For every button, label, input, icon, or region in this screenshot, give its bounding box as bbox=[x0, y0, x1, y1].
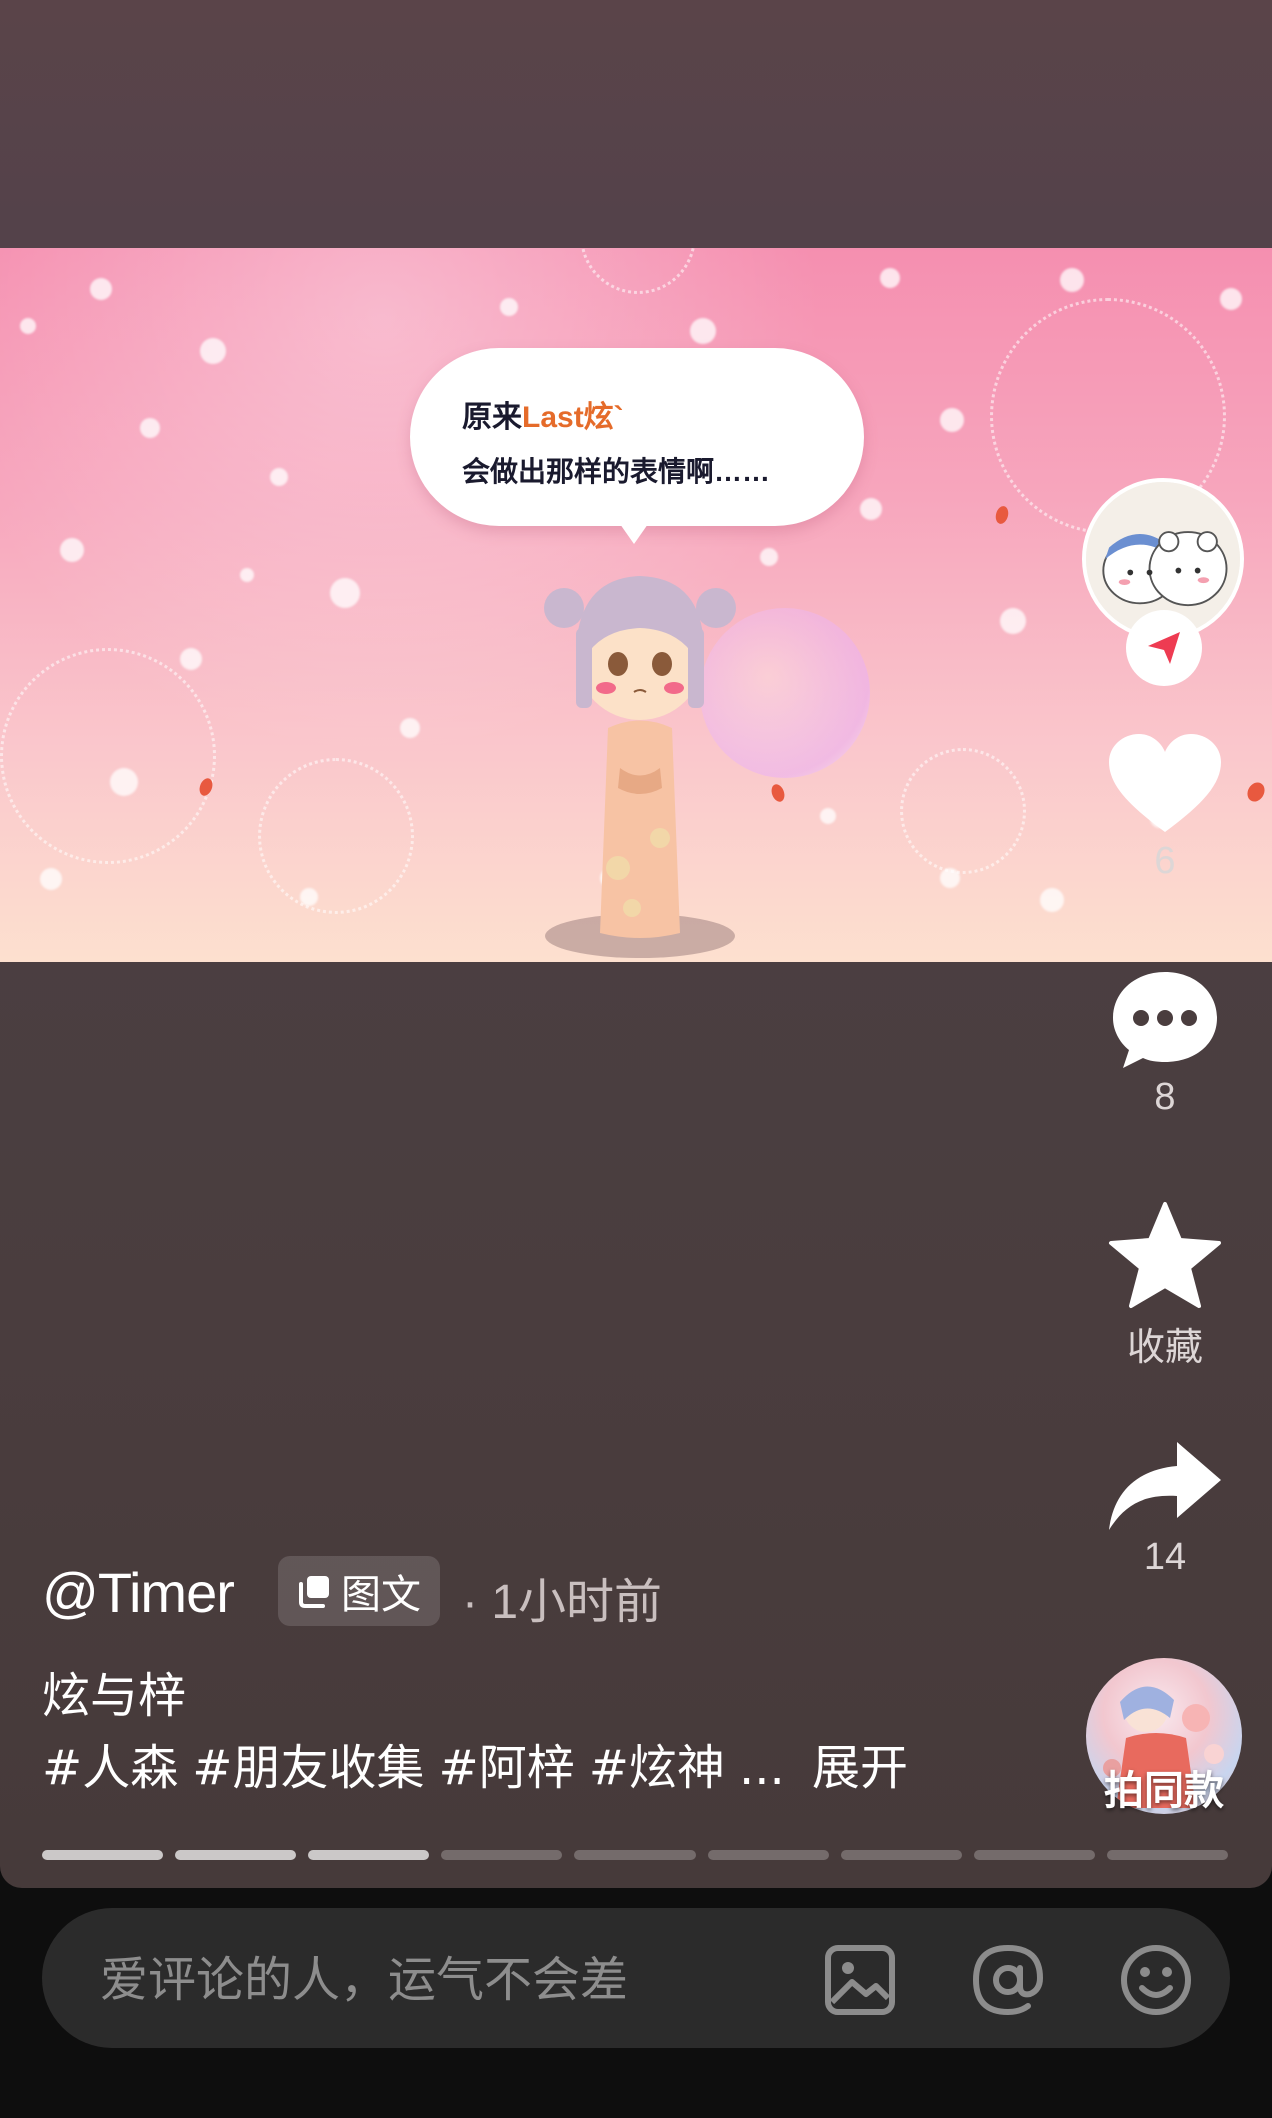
decor-ring bbox=[900, 748, 1026, 874]
at-icon bbox=[972, 1944, 1044, 2016]
decor-dot bbox=[20, 318, 36, 334]
speech-line-2: 会做出那样的表情啊…… bbox=[462, 456, 771, 487]
decor-dot bbox=[140, 418, 160, 438]
decor-petal bbox=[769, 782, 787, 804]
image-button[interactable] bbox=[822, 1942, 898, 2018]
decor-dot bbox=[860, 498, 882, 520]
decor-dot bbox=[300, 888, 318, 906]
remix-label[interactable]: 拍同款 bbox=[1086, 1758, 1242, 1816]
hashtag[interactable]: #朋友收集 bbox=[192, 1740, 424, 1796]
decor-dot bbox=[330, 578, 360, 608]
post-time: · 1小时前 bbox=[462, 1576, 663, 1629]
image-text-icon bbox=[299, 1576, 329, 1608]
post-type-label: 图文 bbox=[341, 1572, 421, 1618]
comment-input[interactable] bbox=[98, 1944, 802, 2016]
progress-segment bbox=[840, 1850, 962, 1860]
post-type-badge: 图文 bbox=[278, 1556, 440, 1626]
hashtag[interactable]: #阿梓 bbox=[438, 1740, 574, 1796]
decor-ring bbox=[580, 248, 696, 294]
author-name[interactable]: @Timer bbox=[42, 1560, 235, 1625]
decor-dot bbox=[880, 268, 900, 288]
author-avatar-group[interactable] bbox=[1080, 478, 1248, 688]
favorite-label: 收藏 bbox=[1126, 1325, 1203, 1369]
expand-button[interactable]: 展开 bbox=[812, 1728, 908, 1798]
follow-button[interactable] bbox=[1126, 610, 1202, 686]
image-icon bbox=[825, 1945, 895, 2015]
decor-dot bbox=[200, 338, 226, 364]
decor-dot bbox=[500, 298, 518, 316]
decor-dot bbox=[90, 278, 112, 300]
app-screen: 原来Last炫` 会做出那样的表情啊…… 6 8 收藏 14 @Timer 图文… bbox=[0, 0, 1272, 2118]
share-button[interactable]: 14 bbox=[1080, 1438, 1250, 1579]
decor-dot bbox=[760, 548, 778, 566]
page-progress bbox=[42, 1850, 1228, 1860]
progress-segment bbox=[1106, 1850, 1228, 1860]
star-icon bbox=[1109, 1202, 1221, 1308]
mention-button[interactable] bbox=[970, 1942, 1046, 2018]
speech-name: Last炫` bbox=[522, 401, 624, 434]
share-icon bbox=[1109, 1442, 1221, 1530]
decor-petal bbox=[993, 504, 1011, 526]
ellipsis: ... bbox=[738, 1740, 785, 1796]
like-button[interactable]: 6 bbox=[1080, 732, 1250, 883]
post-viewer: 原来Last炫` 会做出那样的表情啊…… 6 8 收藏 14 @Timer 图文… bbox=[0, 0, 1272, 1888]
speech-line-1: 原来Last炫` bbox=[462, 392, 624, 436]
favorite-button[interactable]: 收藏 bbox=[1080, 1200, 1250, 1371]
progress-segment bbox=[175, 1850, 297, 1860]
decor-dot bbox=[1000, 608, 1026, 634]
decor-dot bbox=[110, 768, 138, 796]
decor-dot bbox=[1060, 268, 1084, 292]
decor-dot bbox=[940, 408, 964, 432]
progress-segment bbox=[308, 1850, 430, 1860]
emoji-button[interactable] bbox=[1118, 1942, 1194, 2018]
decor-dot bbox=[940, 868, 960, 888]
decor-dot bbox=[1040, 888, 1064, 912]
decor-dot bbox=[270, 468, 288, 486]
hashtag[interactable]: #炫神 bbox=[589, 1740, 725, 1796]
comment-icon bbox=[1113, 972, 1217, 1068]
emoji-icon bbox=[1121, 1945, 1191, 2015]
like-count: 6 bbox=[1154, 840, 1176, 882]
speech-prefix: 原来 bbox=[462, 401, 522, 434]
progress-segment bbox=[707, 1850, 829, 1860]
decor-ring bbox=[258, 758, 414, 914]
decor-dot bbox=[1220, 288, 1242, 310]
decor-dot bbox=[40, 868, 62, 890]
progress-segment bbox=[574, 1850, 696, 1860]
progress-segment bbox=[973, 1850, 1095, 1860]
decor-dot bbox=[400, 718, 420, 738]
decor-dot bbox=[180, 648, 202, 670]
heart-icon bbox=[1109, 734, 1221, 832]
comment-count: 8 bbox=[1154, 1076, 1176, 1118]
send-icon bbox=[1148, 632, 1180, 664]
post-title: 炫与梓 bbox=[42, 1668, 187, 1724]
decor-dot bbox=[690, 318, 716, 344]
comment-bar bbox=[42, 1908, 1230, 2048]
decor-dot bbox=[60, 538, 84, 562]
hashtag[interactable]: #人森 bbox=[42, 1740, 178, 1796]
post-tags: #人森 #朋友收集 #阿梓 #炫神... bbox=[42, 1728, 799, 1798]
decor-dot bbox=[820, 808, 836, 824]
progress-segment bbox=[42, 1850, 164, 1860]
speech-bubble: 原来Last炫` 会做出那样的表情啊…… bbox=[410, 348, 864, 544]
decor-dot bbox=[240, 568, 254, 582]
progress-segment bbox=[441, 1850, 563, 1860]
share-count: 14 bbox=[1143, 1536, 1187, 1578]
comment-button[interactable]: 8 bbox=[1080, 968, 1250, 1119]
character-figure bbox=[544, 576, 736, 958]
decor-ring bbox=[0, 648, 216, 864]
